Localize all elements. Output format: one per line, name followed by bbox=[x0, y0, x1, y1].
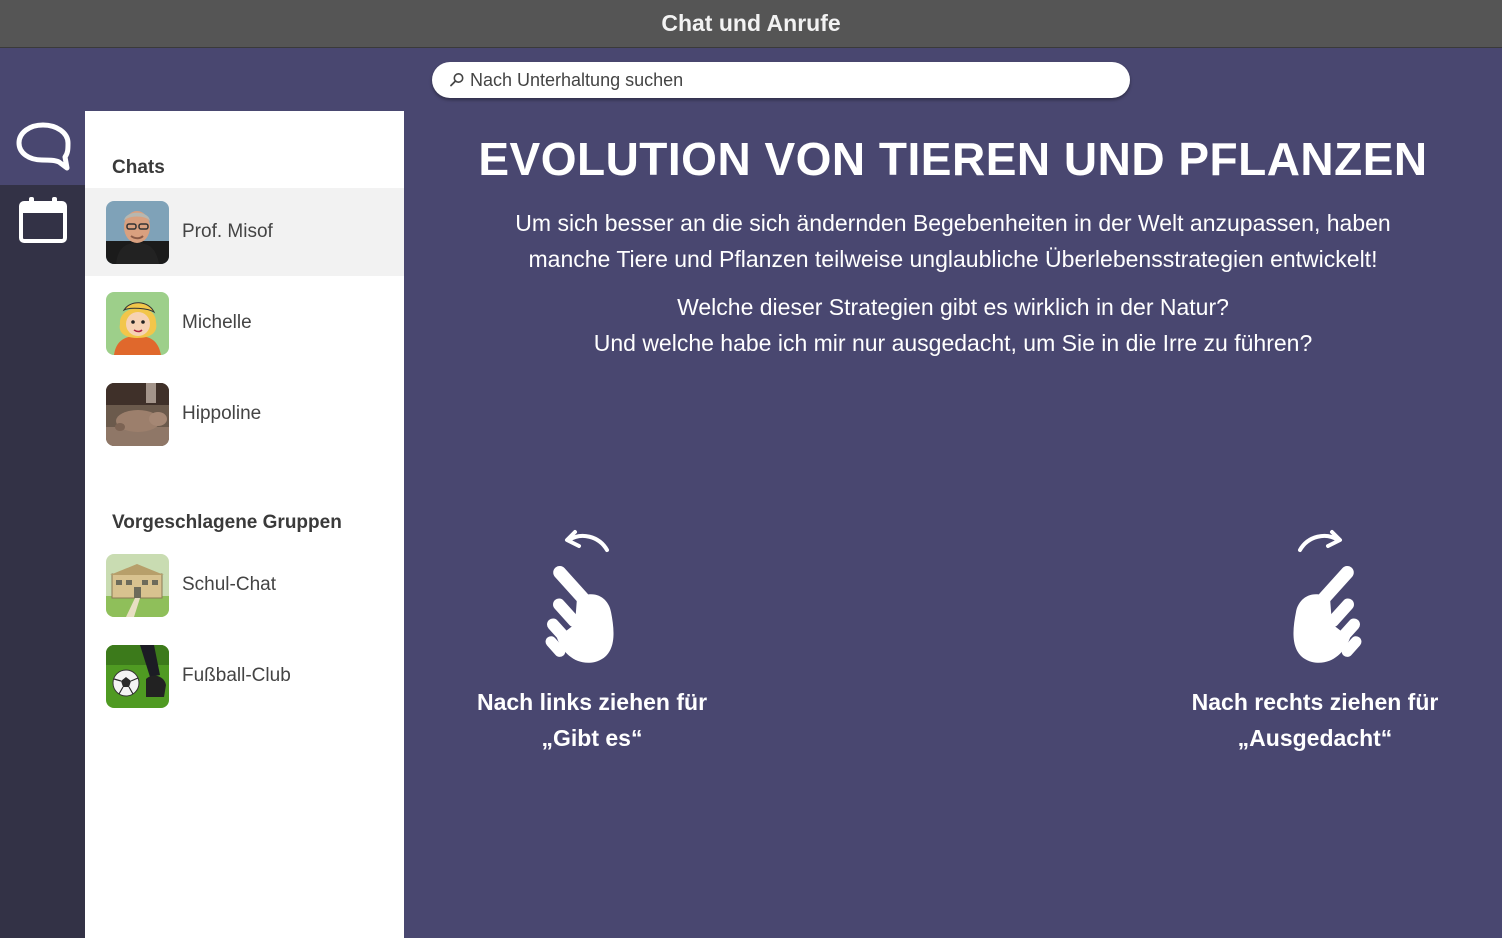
chat-item-label: Michelle bbox=[182, 312, 252, 333]
chat-bubble-icon bbox=[15, 121, 71, 176]
calendar-icon bbox=[18, 195, 68, 250]
search-bar[interactable] bbox=[432, 62, 1130, 98]
question-line: Und welche habe ich mir nur ausgedacht, … bbox=[593, 330, 1313, 356]
search-icon bbox=[448, 71, 466, 89]
swipe-right-hand-icon bbox=[1165, 528, 1465, 668]
swipe-left-label: Nach links ziehen für „Gibt es“ bbox=[442, 684, 742, 756]
chats-heading: Chats bbox=[112, 157, 165, 178]
question-text: Welche dieser Strategien gibt es wirklic… bbox=[404, 289, 1502, 361]
question-line: Welche dieser Strategien gibt es wirklic… bbox=[677, 294, 1229, 320]
avatar bbox=[106, 644, 169, 708]
group-item-schul-chat[interactable]: Schul-Chat bbox=[85, 541, 404, 629]
avatar bbox=[106, 553, 169, 617]
swipe-right-label: Nach rechts ziehen für „Ausgedacht“ bbox=[1165, 684, 1465, 756]
swipe-left-hand-icon bbox=[442, 528, 742, 668]
swipe-left-line: „Gibt es“ bbox=[541, 725, 643, 751]
chat-item-prof-misof[interactable]: Prof. Misof bbox=[85, 188, 404, 276]
chat-item-hippoline[interactable]: Hippoline bbox=[85, 370, 404, 458]
intro-text: Um sich besser an die sich ändernden Beg… bbox=[404, 205, 1502, 277]
swipe-right-line: Nach rechts ziehen für bbox=[1191, 689, 1439, 715]
rail-chats-button[interactable] bbox=[0, 111, 85, 185]
avatar bbox=[106, 382, 169, 446]
page-title: EVOLUTION VON TIEREN UND PFLANZEN bbox=[478, 133, 1428, 185]
icon-rail bbox=[0, 111, 85, 938]
conversation-sidebar: Chats Prof. Misof Michelle Hippoline Vor… bbox=[85, 111, 404, 938]
rail-calendar-button[interactable] bbox=[0, 185, 85, 259]
group-item-fussball-club[interactable]: Fußball-Club bbox=[85, 632, 404, 720]
chat-item-label: Hippoline bbox=[182, 403, 262, 424]
swipe-right-hint[interactable]: Nach rechts ziehen für „Ausgedacht“ bbox=[1165, 528, 1465, 756]
swipe-left-line: Nach links ziehen für bbox=[476, 689, 708, 715]
suggested-groups-heading: Vorgeschlagene Gruppen bbox=[112, 512, 342, 533]
search-input[interactable] bbox=[470, 69, 1090, 91]
chat-item-michelle[interactable]: Michelle bbox=[85, 279, 404, 367]
swipe-left-hint[interactable]: Nach links ziehen für „Gibt es“ bbox=[442, 528, 742, 756]
group-item-label: Fußball-Club bbox=[182, 665, 291, 686]
window-title: Chat und Anrufe bbox=[0, 0, 1502, 48]
avatar bbox=[106, 291, 169, 355]
intro-line: Um sich besser an die sich ändernden Beg… bbox=[515, 210, 1391, 236]
chat-item-label: Prof. Misof bbox=[182, 221, 273, 242]
intro-line: manche Tiere und Pflanzen teilweise ungl… bbox=[528, 246, 1378, 272]
avatar bbox=[106, 200, 169, 264]
group-item-label: Schul-Chat bbox=[182, 574, 276, 595]
swipe-right-line: „Ausgedacht“ bbox=[1237, 725, 1393, 751]
